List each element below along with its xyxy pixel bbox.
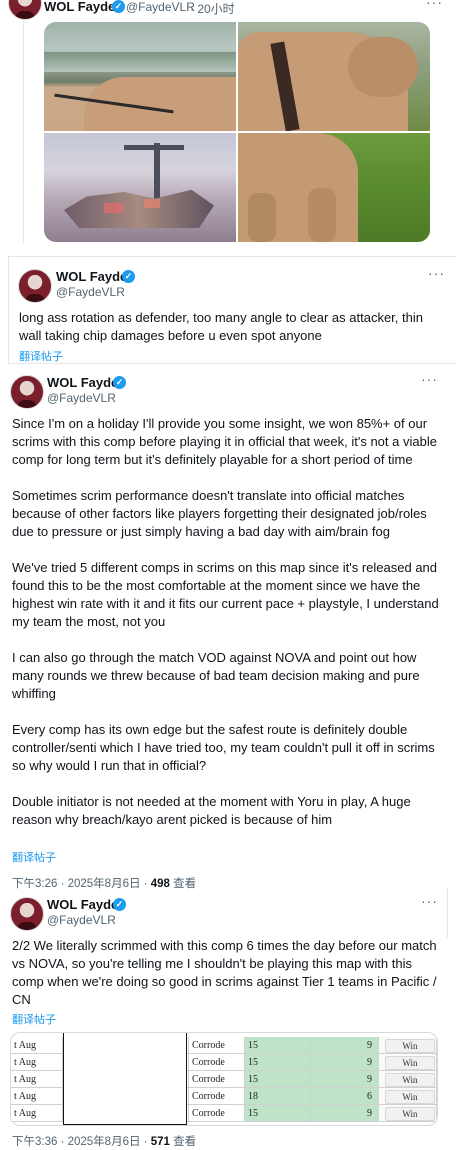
- more-options-icon[interactable]: ···: [428, 265, 445, 281]
- author-handle[interactable]: @FaydeVLR: [56, 285, 125, 299]
- verified-badge-icon: ✓: [112, 0, 125, 13]
- avatar[interactable]: [8, 0, 42, 20]
- cell-date: t Aug: [11, 1037, 63, 1054]
- divider: [447, 888, 448, 938]
- translate-post-link[interactable]: 翻译帖子: [12, 1011, 56, 1027]
- tweet-meta: 下午3:36 · 2025年8月6日 · 571 查看: [12, 1133, 196, 1149]
- author-name[interactable]: WOL Fayde: [56, 269, 127, 284]
- cell-date: t Aug: [11, 1054, 63, 1071]
- translate-post-link[interactable]: 翻译帖子: [12, 849, 56, 865]
- author-handle[interactable]: @FaydeVLR: [47, 391, 116, 405]
- cell-a: 15: [245, 1037, 311, 1054]
- tweet-time[interactable]: · 20小时: [190, 0, 235, 17]
- cell-date: t Aug: [11, 1071, 63, 1088]
- cell-map: Corrode: [189, 1071, 245, 1088]
- cell-b: 9: [311, 1105, 379, 1122]
- avatar[interactable]: [10, 375, 44, 409]
- result-badge: Win: [385, 1056, 435, 1070]
- cell-date: t Aug: [11, 1105, 63, 1122]
- result-badge: Win: [385, 1107, 435, 1121]
- verified-badge-icon: ✓: [113, 376, 126, 389]
- author-name[interactable]: WOL Fayde: [47, 897, 118, 912]
- cell-map: Corrode: [189, 1088, 245, 1105]
- result-badge: Win: [385, 1090, 435, 1104]
- tweet-paragraph: I can also go through the match VOD agai…: [12, 650, 420, 701]
- author-name[interactable]: WOL Fayde: [47, 375, 118, 390]
- more-options-icon[interactable]: ···: [421, 371, 438, 387]
- tweet-paragraph: Since I'm on a holiday I'll provide you …: [12, 416, 437, 467]
- scrim-results-image[interactable]: t Aug Corrode 15 9 Win t Aug Corrode 15 9 Win t Au…: [10, 1032, 438, 1126]
- cell-a: 15: [245, 1071, 311, 1088]
- tweet-2[interactable]: WOL Fayde ✓ @FaydeVLR ··· Since I'm on a…: [0, 366, 456, 891]
- cell-map: Corrode: [189, 1105, 245, 1122]
- tweet-text: long ass rotation as defender, too many …: [19, 310, 423, 343]
- cell-b: 9: [311, 1054, 379, 1071]
- verified-badge-icon: ✓: [122, 270, 135, 283]
- cell-b: 9: [311, 1037, 379, 1054]
- avatar[interactable]: [18, 269, 52, 303]
- tweet-paragraph: Sometimes scrim performance doesn't tran…: [12, 488, 427, 539]
- tweet-paragraph: We've tried 5 different comps in scrims …: [12, 560, 439, 629]
- author-name[interactable]: WOL Fayde: [44, 0, 115, 14]
- result-badge: Win: [385, 1039, 435, 1053]
- translate-post-link[interactable]: 翻译帖子: [19, 348, 63, 364]
- cell-a: 15: [245, 1105, 311, 1122]
- redacted-box: [63, 1033, 187, 1125]
- cell-b: 6: [311, 1088, 379, 1105]
- more-options-icon[interactable]: ···: [421, 893, 438, 909]
- tweet-text: 2/2 We literally scrimmed with this comp…: [12, 938, 437, 1007]
- tweet-1[interactable]: WOL Fayde ✓ @FaydeVLR ··· long ass rotat…: [8, 256, 456, 364]
- cell-b: 9: [311, 1071, 379, 1088]
- cell-a: 15: [245, 1054, 311, 1071]
- cell-a: 18: [245, 1088, 311, 1105]
- tweet-paragraph: Double initiator is not needed at the mo…: [12, 794, 411, 827]
- author-handle[interactable]: @FaydeVLR: [47, 913, 116, 927]
- media-image-map[interactable]: [44, 133, 236, 242]
- media-image-dog-1[interactable]: [44, 22, 236, 131]
- media-image-dog-3[interactable]: [238, 133, 430, 242]
- verified-badge-icon: ✓: [113, 898, 126, 911]
- result-badge: Win: [385, 1073, 435, 1087]
- tweet-0[interactable]: WOL Fayde ✓ @FaydeVLR · 20小时 ···: [0, 0, 456, 250]
- tweet-paragraph: Every comp has its own edge but the safe…: [12, 722, 435, 773]
- tweet-text: Since I'm on a holiday I'll provide you …: [12, 415, 440, 829]
- media-grid[interactable]: [44, 22, 430, 242]
- tweet-timestamp[interactable]: 下午3:36 · 2025年8月6日 ·: [12, 1136, 151, 1148]
- cell-map: Corrode: [189, 1054, 245, 1071]
- views-label: 查看: [169, 1136, 197, 1148]
- cell-date: t Aug: [11, 1088, 63, 1105]
- cell-map: Corrode: [189, 1037, 245, 1054]
- view-count: 571: [150, 1136, 170, 1148]
- media-image-dog-2[interactable]: [238, 22, 430, 131]
- author-handle[interactable]: @FaydeVLR: [126, 0, 195, 14]
- more-options-icon[interactable]: ···: [426, 0, 443, 10]
- avatar[interactable]: [10, 897, 44, 931]
